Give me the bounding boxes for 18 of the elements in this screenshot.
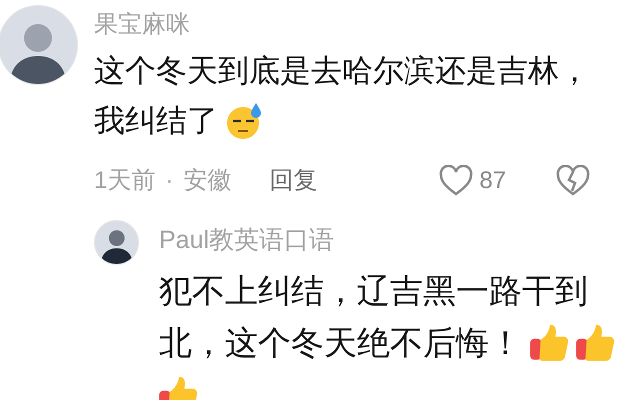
person-silhouette-icon <box>100 228 132 264</box>
reply-button[interactable]: 回复 <box>269 163 318 199</box>
username[interactable]: 果宝麻咪 <box>94 8 640 42</box>
reply-text-line: 北，这个冬天绝不后悔！ <box>159 323 522 363</box>
separator-dot: · <box>165 166 174 196</box>
sweat-face-icon <box>224 101 264 141</box>
comment-location: 安徽 <box>183 166 232 196</box>
thumbs-up-icon <box>574 322 616 364</box>
reply-text-line: 犯不上纠结，辽吉黑一路干到 <box>159 271 588 311</box>
username[interactable]: Paul教英语口语 <box>159 223 616 257</box>
comment-time: 1天前 <box>94 166 156 196</box>
like-count: 87 <box>479 166 506 196</box>
broken-heart-icon[interactable] <box>556 165 590 197</box>
thumbs-up-icon <box>528 322 570 364</box>
comment-text-line: 这个冬天到底是去哈尔滨还是吉林， <box>94 52 590 90</box>
heart-icon[interactable] <box>439 165 474 197</box>
comment-text-line: 我纠结了 <box>94 102 218 140</box>
avatar[interactable] <box>94 220 139 265</box>
